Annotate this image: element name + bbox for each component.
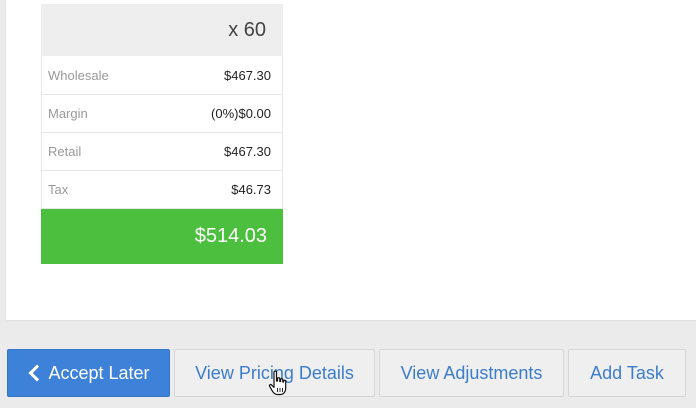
view-adjustments-button[interactable]: View Adjustments [379, 349, 564, 397]
margin-value: (0%)$0.00 [211, 106, 271, 121]
price-row-wholesale: Wholesale $467.30 [42, 56, 282, 95]
retail-label: Retail [48, 144, 82, 159]
retail-value: $467.30 [224, 144, 271, 159]
price-card: x 60 Wholesale $467.30 Margin (0%)$0.00 … [41, 4, 283, 264]
view-adjustments-label: View Adjustments [400, 362, 543, 383]
price-row-retail: Retail $467.30 [42, 133, 282, 171]
quantity-label: x 60 [228, 18, 266, 41]
total-bar: $514.03 [41, 209, 283, 264]
price-row-margin: Margin (0%)$0.00 [42, 95, 282, 133]
tax-label: Tax [48, 182, 69, 197]
accept-later-label: Accept Later [48, 362, 150, 383]
chevron-left-icon [28, 364, 46, 382]
price-row-tax: Tax $46.73 [42, 171, 282, 209]
page-root: x 60 Wholesale $467.30 Margin (0%)$0.00 … [0, 0, 696, 408]
add-task-label: Add Task [590, 362, 664, 383]
add-task-button[interactable]: Add Task [568, 349, 686, 397]
wholesale-value: $467.30 [224, 67, 271, 83]
total-amount: $514.03 [194, 225, 267, 247]
price-rows: Wholesale $467.30 Margin (0%)$0.00 Retai… [41, 56, 283, 209]
margin-label: Margin [48, 106, 88, 121]
hand-pointer-icon [268, 370, 287, 396]
quantity-header: x 60 [41, 4, 283, 56]
accept-later-button[interactable]: Accept Later [7, 349, 170, 397]
tax-value: $46.73 [231, 182, 271, 197]
wholesale-label: Wholesale [48, 67, 109, 83]
